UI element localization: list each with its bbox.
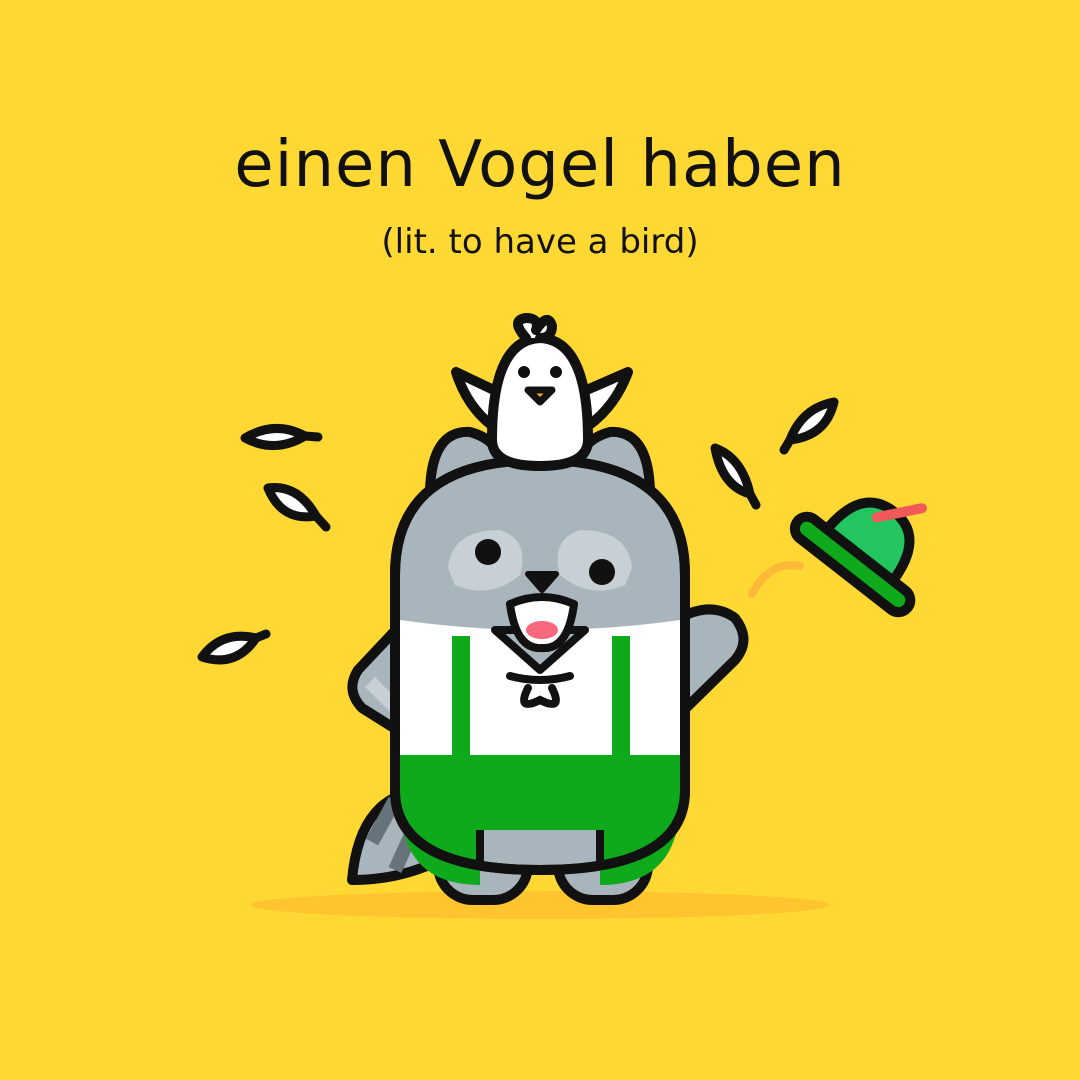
tongue bbox=[526, 621, 558, 639]
illustration-card: einen Vogel haben (lit. to have a bird) bbox=[0, 0, 1080, 1080]
feather-icon bbox=[263, 483, 331, 532]
motion-arc bbox=[748, 561, 804, 598]
feather-icon bbox=[197, 629, 271, 665]
left-eye-icon bbox=[475, 539, 501, 565]
flying-hat-icon bbox=[789, 497, 927, 618]
raccoon-illustration bbox=[197, 313, 927, 919]
feather-icon bbox=[240, 423, 323, 451]
right-eye-icon bbox=[589, 559, 615, 585]
raccoon-body bbox=[390, 454, 690, 885]
feather-icon bbox=[710, 443, 761, 510]
ground-shadow bbox=[250, 891, 830, 919]
feather-icon bbox=[779, 397, 839, 455]
